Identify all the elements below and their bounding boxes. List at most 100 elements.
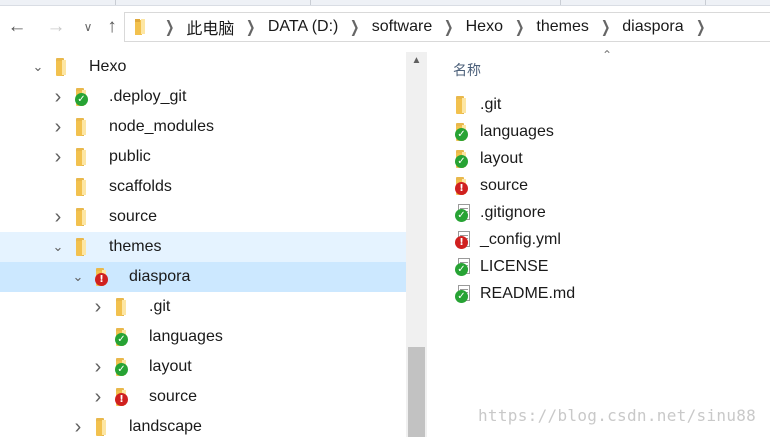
tree-item-label: diaspora: [129, 268, 191, 285]
chevron-down-icon[interactable]: ⌄: [70, 262, 86, 292]
watermark: https://blog.csdn.net/sinu88: [478, 406, 757, 425]
file-list-item[interactable]: ✓ LICENSE: [440, 254, 770, 281]
forward-arrow-icon[interactable]: →: [44, 15, 68, 39]
chevron-down-icon[interactable]: ∨: [76, 15, 100, 39]
file-name: README.md: [480, 285, 576, 302]
breadcrumb-item[interactable]: themes: [536, 18, 588, 36]
file-icon: ✓: [455, 258, 475, 276]
chevron-right-icon[interactable]: ›: [70, 412, 86, 442]
chevron-right-icon[interactable]: ›: [50, 142, 66, 172]
tree-item-label: themes: [109, 238, 162, 255]
file-list-item[interactable]: ! _config.yml: [440, 227, 770, 254]
chevron-right-icon[interactable]: ›: [90, 352, 106, 382]
folder-icon: [75, 178, 95, 196]
sync-error-icon: !: [115, 393, 128, 406]
file-list-item[interactable]: ✓ .gitignore: [440, 200, 770, 227]
tree-item[interactable]: › .git: [0, 292, 406, 322]
file-name: _config.yml: [480, 231, 561, 248]
breadcrumb-item[interactable]: diaspora: [622, 18, 683, 36]
tree-item[interactable]: ⌄! diaspora: [0, 262, 406, 292]
sync-ok-icon: ✓: [455, 155, 468, 168]
breadcrumb-item[interactable]: Hexo: [466, 18, 503, 36]
folder-icon: [75, 208, 95, 226]
tree-item-label: .git: [149, 298, 171, 315]
folder-icon: [75, 148, 95, 166]
folder-icon: [55, 58, 75, 76]
tree-item[interactable]: ✓ languages: [0, 322, 406, 352]
folder-icon: ✓: [455, 150, 475, 168]
tree-item-label: languages: [149, 328, 223, 345]
folder-icon: ✓: [115, 328, 135, 346]
tree-item[interactable]: › ✓ .deploy_git: [0, 82, 406, 112]
folder-icon: !: [95, 268, 115, 286]
tree-item-label: Hexo: [89, 58, 127, 75]
folder-icon: [115, 298, 135, 316]
file-name: LICENSE: [480, 258, 549, 275]
scrollbar-thumb[interactable]: [408, 347, 425, 437]
tree-item[interactable]: ⌄ themes: [0, 232, 406, 262]
name-column-header[interactable]: 名称: [453, 60, 481, 80]
sync-error-icon: !: [455, 236, 468, 249]
up-arrow-icon[interactable]: ↑: [100, 15, 124, 39]
tree-item[interactable]: › public: [0, 142, 406, 172]
back-arrow-icon[interactable]: ←: [5, 15, 29, 39]
tree-item[interactable]: scaffolds: [0, 172, 406, 202]
file-name: layout: [480, 150, 523, 167]
file-icon: ✓: [455, 204, 475, 222]
breadcrumb-item[interactable]: software: [372, 18, 432, 36]
file-icon: !: [455, 231, 475, 249]
navigation-pane-scrollbar[interactable]: ▲: [406, 52, 427, 437]
sync-ok-icon: ✓: [115, 333, 128, 346]
breadcrumb-chevron-icon[interactable]: ❯: [165, 17, 174, 37]
chevron-down-icon[interactable]: ⌄: [30, 52, 46, 82]
tree-item[interactable]: ›! source: [0, 382, 406, 412]
folder-icon: [95, 418, 115, 436]
address-bar[interactable]: ❯ 此电脑 ❯ DATA (D:) ❯ software ❯ Hexo ❯ themes ❯ dias…: [124, 12, 770, 42]
tree-item-label: source: [109, 208, 158, 225]
sync-ok-icon: ✓: [455, 128, 468, 141]
file-list-item[interactable]: ✓ README.md: [440, 281, 770, 308]
sync-error-icon: !: [95, 273, 108, 286]
breadcrumb-item[interactable]: 此电脑: [186, 15, 234, 39]
folder-icon: [455, 96, 475, 114]
file-list-item[interactable]: .git: [440, 92, 770, 119]
tree-item-label: .deploy_git: [109, 88, 187, 105]
file-list-item[interactable]: ✓ layout: [440, 146, 770, 173]
tree-item[interactable]: › source: [0, 202, 406, 232]
tree-item[interactable]: › ✓ layout: [0, 352, 406, 382]
chevron-right-icon[interactable]: ›: [50, 82, 66, 112]
tree-item[interactable]: › node_modules: [0, 112, 406, 142]
file-name: source: [480, 177, 529, 194]
chevron-down-icon[interactable]: ⌄: [50, 232, 66, 262]
tree-item-label: node_modules: [109, 118, 214, 135]
scroll-up-icon[interactable]: ▲: [406, 52, 427, 69]
chevron-right-icon[interactable]: ›: [50, 202, 66, 232]
file-name: .git: [480, 96, 502, 113]
folder-icon: ✓: [115, 358, 135, 376]
navigation-pane: ⌄ Hexo › ✓ .deploy_git › node_modules › public sc…: [0, 52, 406, 438]
breadcrumb-item[interactable]: DATA (D:): [268, 18, 339, 36]
chevron-right-icon[interactable]: ›: [90, 382, 106, 412]
sort-ascending-icon: ⌃: [602, 48, 613, 62]
breadcrumb-chevron-icon[interactable]: ❯: [696, 17, 705, 37]
tree-item[interactable]: › landscape: [0, 412, 406, 442]
file-list-item[interactable]: ! source: [440, 173, 770, 200]
folder-icon: [131, 18, 153, 36]
breadcrumb-chevron-icon[interactable]: ❯: [246, 17, 255, 37]
breadcrumb-chevron-icon[interactable]: ❯: [601, 17, 610, 37]
breadcrumb-chevron-icon[interactable]: ❯: [515, 17, 524, 37]
breadcrumb-chevron-icon[interactable]: ❯: [444, 17, 453, 37]
tree-item-label: source: [149, 388, 198, 405]
chevron-right-icon[interactable]: ›: [50, 112, 66, 142]
sync-ok-icon: ✓: [455, 263, 468, 276]
breadcrumb: ❯ 此电脑 ❯ DATA (D:) ❯ software ❯ Hexo ❯ themes ❯ dias…: [153, 15, 717, 39]
navigation-bar: ← → ∨ ↑ ❯ 此电脑 ❯ DATA (D:) ❯ software ❯ Hexo ❯ the…: [0, 6, 770, 46]
file-name: languages: [480, 123, 554, 140]
chevron-right-icon[interactable]: ›: [90, 292, 106, 322]
file-list-item[interactable]: ✓ languages: [440, 119, 770, 146]
file-icon: ✓: [455, 285, 475, 303]
sync-ok-icon: ✓: [455, 290, 468, 303]
sync-error-icon: !: [455, 182, 468, 195]
breadcrumb-chevron-icon[interactable]: ❯: [350, 17, 359, 37]
tree-item[interactable]: ⌄ Hexo: [0, 52, 406, 82]
